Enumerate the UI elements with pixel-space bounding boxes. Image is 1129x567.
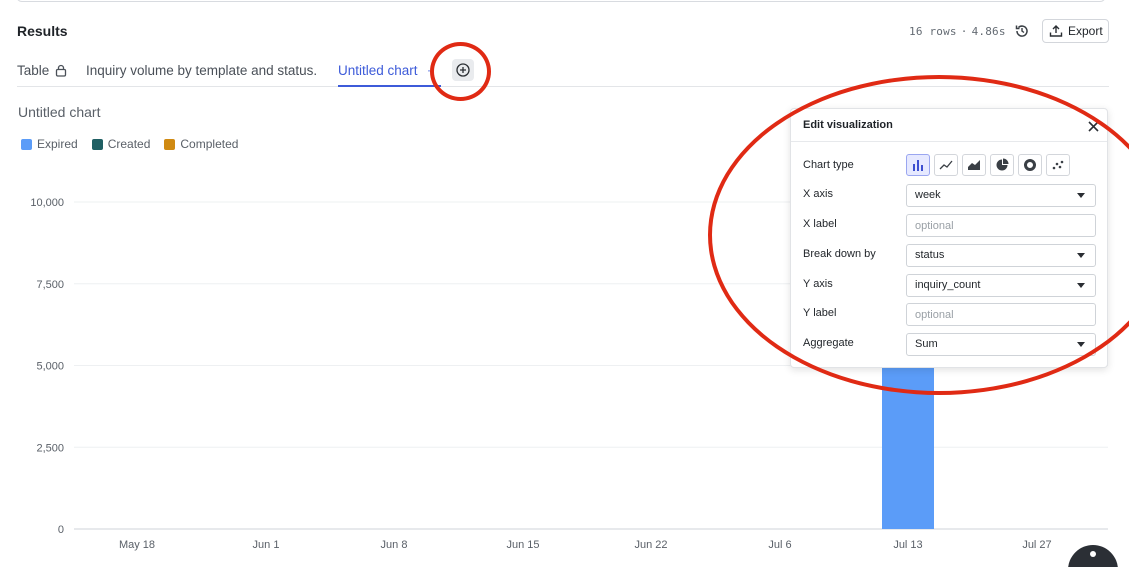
y-tick-label: 7,500 <box>36 279 64 291</box>
x-tick-label: Jun 22 <box>634 539 667 551</box>
x-tick-label: Jul 27 <box>1022 539 1051 551</box>
y-tick-label: 2,500 <box>36 442 64 454</box>
x-tick-label: Jun 8 <box>381 539 408 551</box>
x-tick-label: Jun 15 <box>506 539 539 551</box>
x-tick-label: May 18 <box>119 539 155 551</box>
x-tick-label: Jul 13 <box>893 539 922 551</box>
fab-dot-icon <box>1090 551 1096 557</box>
y-tick-label: 0 <box>58 524 64 536</box>
y-tick-label: 5,000 <box>36 361 64 373</box>
y-tick-label: 10,000 <box>30 197 64 209</box>
annotation-circle-add-tab <box>430 42 491 101</box>
x-tick-label: Jun 1 <box>253 539 280 551</box>
results-page: Results 16 rows · 4.86s Export Table Inqui… <box>0 0 1129 567</box>
x-tick-label: Jul 6 <box>768 539 791 551</box>
